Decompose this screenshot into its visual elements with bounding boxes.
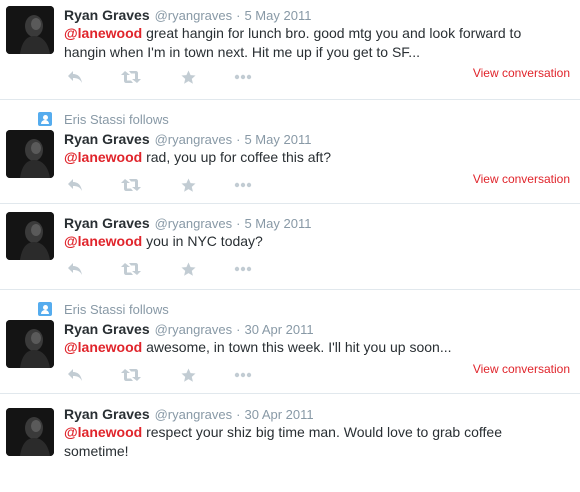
- retweet-icon[interactable]: [120, 68, 142, 86]
- avatar[interactable]: [6, 130, 54, 178]
- separator: ·: [236, 216, 241, 231]
- tweet-text: @lanewood respect your shiz big time man…: [64, 423, 554, 461]
- avatar[interactable]: [6, 6, 54, 54]
- more-icon[interactable]: [232, 68, 254, 86]
- mention-link[interactable]: @lanewood: [64, 149, 142, 165]
- more-icon[interactable]: [232, 176, 254, 194]
- tweet-actions: [64, 68, 264, 86]
- fullname[interactable]: Ryan Graves: [64, 406, 150, 422]
- fullname[interactable]: Ryan Graves: [64, 321, 150, 337]
- view-conversation-link[interactable]: View conversation: [473, 66, 570, 80]
- context-text: Eris Stassi follows: [64, 111, 169, 127]
- tweet-body: you in NYC today?: [142, 233, 263, 249]
- username[interactable]: @ryangraves: [155, 322, 233, 337]
- more-icon[interactable]: [232, 260, 254, 278]
- tweet-actions: [64, 260, 264, 278]
- person-follow-icon: [38, 112, 52, 126]
- tweet-text: @lanewood rad, you up for coffee this af…: [64, 148, 554, 167]
- more-icon[interactable]: [232, 366, 254, 384]
- avatar[interactable]: [6, 320, 54, 368]
- star-icon[interactable]: [177, 176, 199, 194]
- avatar[interactable]: [6, 408, 54, 456]
- fullname[interactable]: Ryan Graves: [64, 7, 150, 23]
- star-icon[interactable]: [177, 366, 199, 384]
- tweet-context: Eris Stassi follows: [38, 301, 169, 317]
- mention-link[interactable]: @lanewood: [64, 424, 142, 440]
- tweet[interactable]: Ryan Graves @ryangraves · 30 Apr 2011 @l…: [0, 394, 580, 492]
- view-conversation-link[interactable]: View conversation: [473, 362, 570, 376]
- timestamp[interactable]: 5 May 2011: [244, 132, 311, 147]
- tweet-text: @lanewood awesome, in town this week. I'…: [64, 338, 554, 357]
- username[interactable]: @ryangraves: [155, 132, 233, 147]
- username[interactable]: @ryangraves: [155, 216, 233, 231]
- tweet[interactable]: Ryan Graves @ryangraves · 5 May 2011 @la…: [0, 0, 580, 100]
- mention-link[interactable]: @lanewood: [64, 339, 142, 355]
- tweet[interactable]: Eris Stassi follows Ryan Graves @ryangra…: [0, 100, 580, 204]
- tweet-body: rad, you up for coffee this aft?: [142, 149, 332, 165]
- mention-link[interactable]: @lanewood: [64, 233, 142, 249]
- timestamp[interactable]: 5 May 2011: [244, 8, 311, 23]
- username[interactable]: @ryangraves: [155, 8, 233, 23]
- separator: ·: [236, 322, 241, 337]
- reply-icon[interactable]: [64, 176, 86, 194]
- reply-icon[interactable]: [64, 366, 86, 384]
- retweet-icon[interactable]: [120, 260, 142, 278]
- timestamp[interactable]: 30 Apr 2011: [244, 407, 313, 422]
- reply-icon[interactable]: [64, 260, 86, 278]
- tweet-body: awesome, in town this week. I'll hit you…: [142, 339, 452, 355]
- mention-link[interactable]: @lanewood: [64, 25, 142, 41]
- separator: ·: [236, 8, 241, 23]
- view-conversation-link[interactable]: View conversation: [473, 172, 570, 186]
- timestamp[interactable]: 30 Apr 2011: [244, 322, 313, 337]
- username[interactable]: @ryangraves: [155, 407, 233, 422]
- separator: ·: [236, 132, 241, 147]
- tweet[interactable]: Eris Stassi follows Ryan Graves @ryangra…: [0, 290, 580, 394]
- reply-icon[interactable]: [64, 68, 86, 86]
- fullname[interactable]: Ryan Graves: [64, 215, 150, 231]
- avatar[interactable]: [6, 212, 54, 260]
- tweet[interactable]: Ryan Graves @ryangraves · 5 May 2011 @la…: [0, 204, 580, 290]
- tweet-context: Eris Stassi follows: [38, 111, 169, 127]
- tweet-actions: [64, 176, 264, 194]
- retweet-icon[interactable]: [120, 366, 142, 384]
- star-icon[interactable]: [177, 68, 199, 86]
- star-icon[interactable]: [177, 260, 199, 278]
- fullname[interactable]: Ryan Graves: [64, 131, 150, 147]
- person-follow-icon: [38, 302, 52, 316]
- separator: ·: [236, 407, 241, 422]
- retweet-icon[interactable]: [120, 176, 142, 194]
- tweet-actions: [64, 366, 264, 384]
- context-text: Eris Stassi follows: [64, 301, 169, 317]
- tweet-text: @lanewood great hangin for lunch bro. go…: [64, 24, 554, 62]
- tweet-text: @lanewood you in NYC today?: [64, 232, 554, 251]
- timestamp[interactable]: 5 May 2011: [244, 216, 311, 231]
